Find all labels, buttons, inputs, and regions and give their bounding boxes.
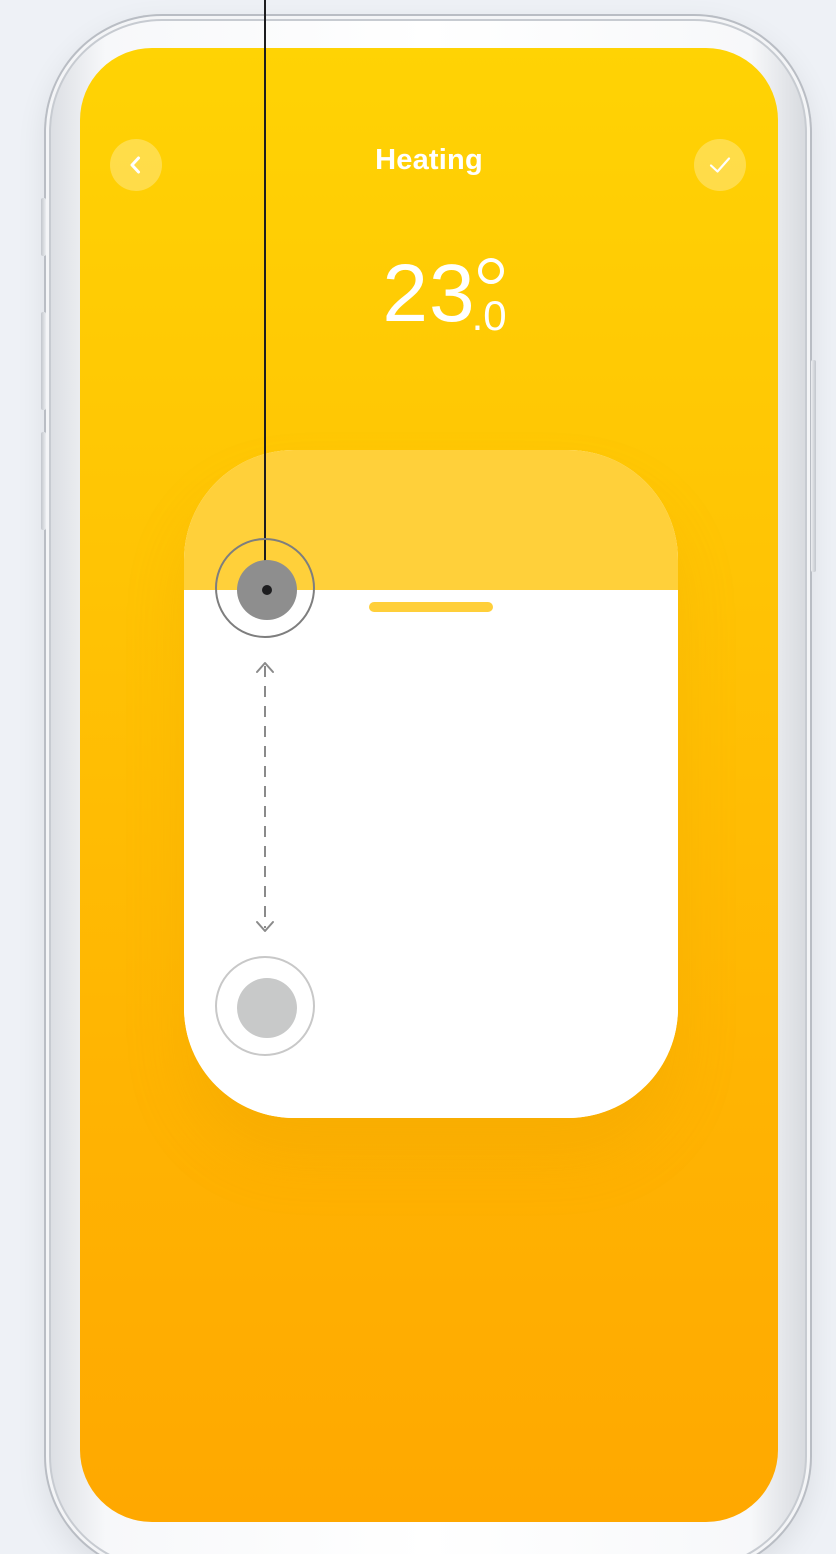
volume-down-button <box>41 432 46 530</box>
touch-end-indicator <box>215 956 315 1056</box>
degree-icon <box>477 258 504 284</box>
pointer-line <box>264 0 266 588</box>
temperature-decimal: .0 <box>471 292 507 339</box>
mute-switch <box>41 198 46 256</box>
temperature-readout: 23 .0 <box>80 246 778 342</box>
touch-end-dot <box>237 978 297 1038</box>
power-button <box>811 360 816 572</box>
confirm-button[interactable] <box>694 139 746 191</box>
checkmark-icon <box>709 157 731 173</box>
volume-up-button <box>41 312 46 410</box>
device-mockup: Heating 23 .0 <box>0 0 836 1554</box>
drag-vertical-icon <box>256 662 274 932</box>
slider-handle[interactable] <box>369 602 493 612</box>
temperature-value: 23 <box>382 248 476 339</box>
heating-screen: Heating 23 .0 <box>80 48 778 1522</box>
touch-start-indicator <box>215 538 315 638</box>
page-title: Heating <box>375 144 483 176</box>
touch-point <box>262 585 272 595</box>
